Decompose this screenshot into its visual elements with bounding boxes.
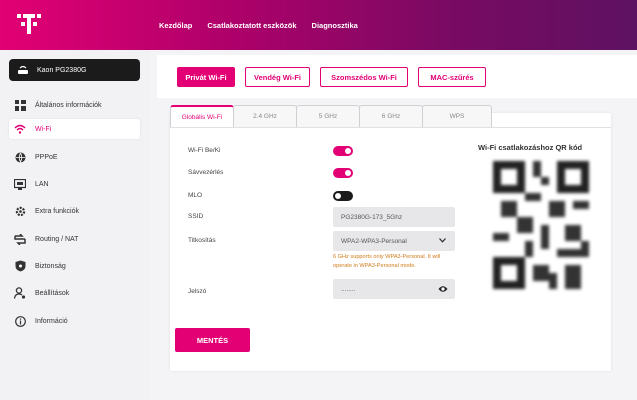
router-icon: [18, 65, 28, 74]
tab-guest-wifi[interactable]: Vendég Wi-Fi: [245, 67, 310, 87]
user-settings-icon: [14, 287, 26, 299]
tab-5ghz[interactable]: 5 GHz: [296, 105, 360, 127]
routing-icon: [14, 233, 26, 245]
sidebar-item-settings[interactable]: Beállítások: [9, 283, 140, 303]
top-navigation: Kezdőlap Csatlakoztatott eszközök Diagno…: [159, 0, 373, 50]
eye-icon[interactable]: [438, 285, 448, 293]
nav-connected-devices[interactable]: Csatlakoztatott eszközök: [207, 21, 296, 30]
device-name: Kaon PG2380G: [37, 66, 87, 74]
wifi-subtabs: Privát Wi-Fi Vendég Wi-Fi Szomszédos Wi-…: [157, 55, 637, 98]
save-button[interactable]: MENTÉS: [175, 328, 250, 352]
main-content: Privát Wi-Fi Vendég Wi-Fi Szomszédos Wi-…: [150, 50, 637, 400]
nav-home[interactable]: Kezdőlap: [159, 21, 192, 30]
wifi-toggle[interactable]: [333, 146, 353, 156]
device-selector[interactable]: Kaon PG2380G: [9, 59, 140, 81]
gear-icon: [14, 205, 26, 217]
sidebar-item-label: LAN: [35, 180, 49, 188]
sidebar-item-label: PPPoE: [35, 153, 58, 161]
wifi-settings-panel: Globális Wi-Fi 2.4 GHz 5 GHz 6 GHz WPS W…: [170, 105, 611, 371]
sidebar-item-routing-nat[interactable]: Routing / NAT: [9, 229, 140, 249]
password-input[interactable]: ........: [333, 279, 455, 299]
info-grid-icon: [14, 99, 26, 111]
band-steering-toggle[interactable]: [333, 168, 353, 178]
sidebar-item-label: Általános információk: [35, 101, 102, 109]
tab-2-4ghz[interactable]: 2.4 GHz: [233, 105, 297, 127]
sidebar-item-wifi[interactable]: Wi-Fi: [9, 119, 140, 139]
info-circle-icon: [14, 315, 26, 327]
sidebar-item-label: Routing / NAT: [35, 235, 79, 243]
telekom-logo-icon[interactable]: [14, 10, 44, 40]
sidebar-item-lan[interactable]: LAN: [9, 174, 140, 194]
ssid-label: SSID: [188, 213, 204, 220]
sidebar-item-label: Wi-Fi: [35, 125, 52, 133]
password-value: ........: [341, 285, 356, 293]
wifi-icon: [14, 123, 26, 135]
globe-icon: [14, 151, 26, 163]
tab-divider: [170, 127, 611, 128]
nav-diagnostics[interactable]: Diagnosztika: [312, 21, 358, 30]
sidebar-item-pppoe[interactable]: PPPoE: [9, 147, 140, 167]
encryption-label: Titkosítás: [188, 237, 216, 244]
sidebar: Kaon PG2380G Általános információk Wi-Fi…: [0, 50, 150, 400]
encryption-warning: 6 GHz supports only WPA3-Personal. It wi…: [333, 254, 441, 269]
mlo-label: MLO: [188, 192, 203, 199]
wifi-toggle-label: Wi-Fi Be/Ki: [188, 147, 221, 154]
qr-code-image: [493, 161, 589, 289]
encryption-value: WPA2-WPA3-Personal: [341, 237, 407, 245]
tab-wps[interactable]: WPS: [422, 105, 492, 127]
sidebar-item-extra-features[interactable]: Extra funkciók: [9, 201, 140, 221]
monitor-icon: [14, 178, 26, 190]
sidebar-item-label: Beállítások: [35, 289, 70, 297]
tab-neighbor-wifi[interactable]: Szomszédos Wi-Fi: [320, 67, 408, 87]
top-header: Kezdőlap Csatlakoztatott eszközök Diagno…: [0, 0, 637, 50]
tab-private-wifi[interactable]: Privát Wi-Fi: [177, 67, 235, 87]
mlo-toggle[interactable]: [333, 191, 353, 201]
sidebar-item-label: Információ: [35, 317, 68, 325]
tab-6ghz[interactable]: 6 GHz: [359, 105, 423, 127]
sidebar-item-information[interactable]: Információ: [9, 311, 140, 331]
shield-icon: [14, 260, 26, 272]
sidebar-item-label: Extra funkciók: [35, 207, 79, 215]
chevron-down-icon: [439, 238, 446, 243]
ssid-value: PG2380G-173_5Ghz: [341, 213, 403, 221]
band-tabs: Globális Wi-Fi 2.4 GHz 5 GHz 6 GHz WPS: [170, 105, 492, 127]
qr-code-title: Wi-Fi csatlakozáshoz QR kód: [478, 143, 583, 152]
tab-mac-filter[interactable]: MAC-szűrés: [418, 67, 486, 87]
sidebar-item-label: Biztonság: [35, 262, 66, 270]
password-label: Jelszó: [188, 288, 207, 295]
band-steering-label: Sávvezérlés: [188, 169, 224, 176]
tab-global-wifi[interactable]: Globális Wi-Fi: [170, 105, 234, 127]
ssid-input[interactable]: PG2380G-173_5Ghz: [333, 207, 455, 227]
encryption-select[interactable]: WPA2-WPA3-Personal: [333, 231, 455, 251]
sidebar-item-general-info[interactable]: Általános információk: [9, 95, 140, 115]
sidebar-item-security[interactable]: Biztonság: [9, 256, 140, 276]
